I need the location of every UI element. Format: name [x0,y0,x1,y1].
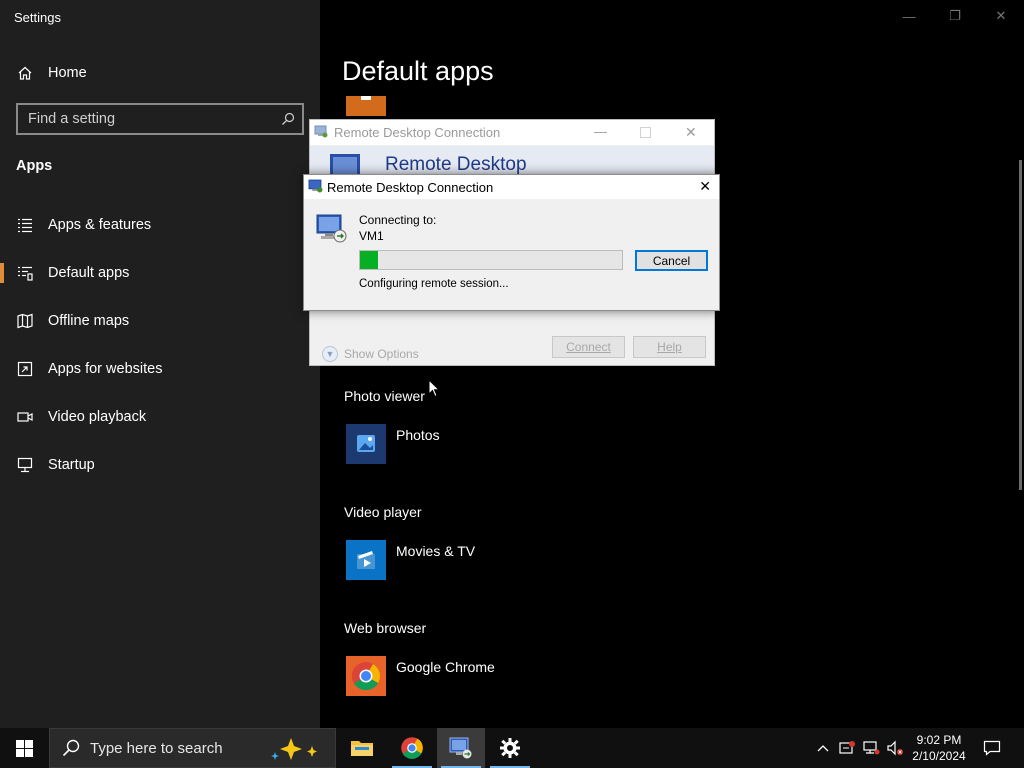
sidebar-item-label: Apps & features [48,217,152,233]
app-tile-icon[interactable] [346,96,386,116]
tray-volume-button[interactable] [884,728,906,768]
connect-button[interactable]: Connect [552,336,625,358]
sidebar-item-label: Home [48,65,87,81]
video-playback-icon [17,409,33,425]
taskbar: Type here to search 9:02 PM 2/10/2024 [0,728,1024,768]
window-title: Settings [14,10,61,25]
apps-for-websites-icon [17,361,33,377]
connecting-dialog: Remote Desktop Connection ✕ Connecting t… [303,174,720,311]
gear-icon [500,738,520,758]
show-hidden-icons-button[interactable] [814,728,832,768]
sidebar-item-video-playback[interactable]: Video playback [0,397,320,437]
app-name-photos[interactable]: Photos [396,427,440,443]
rdc-minimize-button[interactable]: — [594,124,607,139]
rdc-window-title: Remote Desktop Connection [334,125,501,140]
cancel-button[interactable]: Cancel [635,250,708,271]
tray-network-button[interactable] [860,728,882,768]
sidebar-item-home[interactable]: Home [0,53,320,93]
home-icon [17,65,33,81]
status-text: Configuring remote session... [359,278,509,290]
host-name: VM1 [359,229,384,243]
offline-maps-icon [17,313,33,329]
rdc-close-button[interactable]: ✕ [685,124,697,141]
find-setting-search[interactable] [16,103,304,135]
default-apps-icon [17,265,33,281]
remote-desktop-icon [449,737,472,759]
page-title: Default apps [342,56,494,86]
sidebar-item-label: Apps for websites [48,361,163,377]
remote-computer-icon [316,214,347,243]
show-options-label: Show Options [344,347,419,361]
notification-icon [983,740,1001,756]
rdc-app-icon [314,124,328,141]
sparkle-icon [267,736,325,767]
taskbar-file-explorer[interactable] [338,728,386,768]
apps-features-icon [17,217,33,233]
search-icon [62,739,80,757]
search-input[interactable] [18,111,274,127]
taskbar-settings[interactable] [486,728,534,768]
sidebar-item-apps-for-websites[interactable]: Apps for websites [0,349,320,389]
chevron-up-icon [817,745,829,752]
taskbar-search-box[interactable]: Type here to search [49,728,336,768]
rdc-banner-title: Remote Desktop [385,154,527,175]
settings-sidebar: Settings Home Apps Apps & features Defau… [0,0,320,728]
taskbar-google-chrome[interactable] [388,728,436,768]
window-controls: — ❐ ✕ [886,0,1024,32]
connection-progress-bar [359,250,623,270]
help-button[interactable]: Help [633,336,706,358]
progress-fill [360,251,379,269]
sidebar-item-startup[interactable]: Startup [0,445,320,485]
section-heading: Apps [16,158,53,174]
sidebar-item-offline-maps[interactable]: Offline maps [0,301,320,341]
start-button[interactable] [0,728,48,768]
rdc-dialog-app-icon [308,178,323,196]
taskbar-clock[interactable]: 9:02 PM 2/10/2024 [906,732,972,764]
category-photo-viewer: Photo viewer [344,388,425,404]
category-web-browser: Web browser [344,620,427,636]
dialog-title: Remote Desktop Connection [327,179,494,195]
tray-device-icon[interactable] [836,728,858,768]
minimize-button[interactable]: — [886,0,932,32]
file-explorer-icon [351,741,373,756]
connecting-to-label: Connecting to: [359,213,437,227]
google-chrome-icon[interactable] [346,656,386,696]
chevron-down-icon: ▼ [322,346,338,362]
volume-muted-icon [887,740,903,756]
sidebar-item-label: Offline maps [48,313,130,329]
dialog-titlebar: Remote Desktop Connection [304,175,719,199]
show-options-toggle[interactable]: ▼ Show Options [322,346,419,362]
network-icon [863,741,880,755]
google-chrome-icon [401,737,423,759]
rdc-maximize-button[interactable] [640,127,651,138]
photos-icon[interactable] [346,424,386,464]
movies-tv-icon[interactable] [346,540,386,580]
device-alert-icon [839,741,855,754]
notification-center-button[interactable] [978,728,1006,768]
sidebar-item-label: Default apps [48,265,130,281]
windows-logo-icon [15,739,33,757]
clock-date: 2/10/2024 [912,749,966,763]
startup-icon [17,457,33,473]
category-video-player: Video player [344,504,422,520]
taskbar-remote-desktop[interactable] [437,728,485,768]
close-button[interactable]: ✕ [978,0,1024,32]
app-name-google-chrome[interactable]: Google Chrome [396,659,495,675]
taskbar-search-placeholder: Type here to search [90,739,223,757]
mouse-cursor-icon [428,379,440,398]
sidebar-item-label: Video playback [48,409,147,425]
search-icon[interactable] [274,112,302,126]
rdc-window-titlebar: Remote Desktop Connection [310,120,714,145]
restore-button[interactable]: ❐ [932,0,978,32]
dialog-close-icon[interactable]: ✕ [699,178,711,195]
clock-time: 9:02 PM [916,733,962,747]
app-name-movies-tv[interactable]: Movies & TV [396,543,475,559]
scrollbar[interactable] [1019,160,1022,490]
sidebar-item-default-apps[interactable]: Default apps [0,253,320,293]
sidebar-item-apps-features[interactable]: Apps & features [0,205,320,245]
sidebar-item-label: Startup [48,457,95,473]
